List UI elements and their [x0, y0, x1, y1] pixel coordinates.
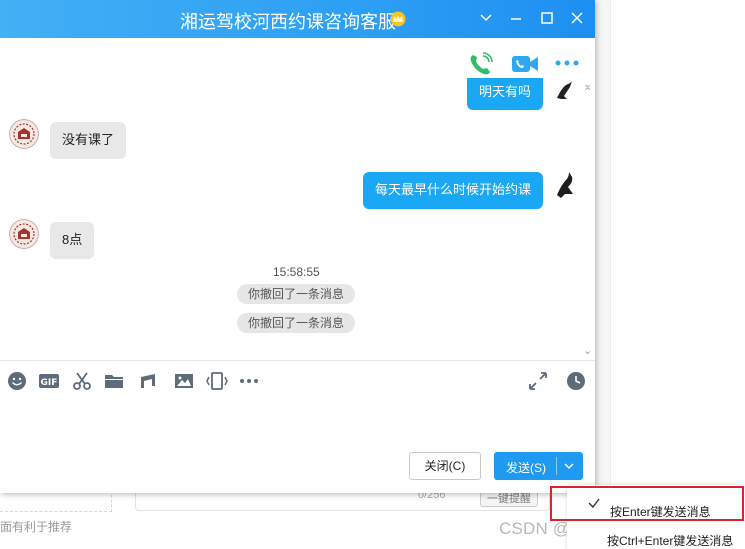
send-mode-option-label: 按Enter键发送消息: [610, 505, 711, 519]
minimize-icon[interactable]: [507, 9, 525, 27]
check-icon: [588, 498, 600, 509]
screenshot-scissors-icon[interactable]: [71, 370, 93, 392]
input-divider: [0, 360, 595, 361]
video-call-icon[interactable]: [511, 53, 539, 75]
expand-input-icon[interactable]: [527, 370, 549, 392]
message-timestamp: 15:58:55: [273, 265, 320, 279]
my-avatar: [553, 170, 579, 200]
my-avatar: [552, 78, 578, 104]
service-avatar: [9, 119, 39, 149]
music-icon[interactable]: [137, 370, 159, 392]
window-title: 湘运驾校河西约课咨询客服: [180, 12, 396, 32]
send-button-separator: [556, 457, 557, 475]
emoji-icon[interactable]: [6, 370, 28, 392]
background-sidebar: [595, 0, 745, 549]
more-options-icon[interactable]: [555, 58, 579, 68]
scroll-up-icon[interactable]: ⌅: [583, 80, 592, 93]
input-toolbar: GIF: [0, 368, 595, 394]
message-bubble-sent: 明天有吗: [467, 78, 544, 110]
background-panel: [610, 0, 745, 549]
svg-text:GIF: GIF: [41, 378, 58, 388]
voice-call-icon[interactable]: [468, 52, 494, 76]
send-mode-option-enter[interactable]: 按Enter键发送消息: [550, 486, 744, 521]
send-options-chevron-icon[interactable]: [562, 459, 576, 473]
gif-icon[interactable]: GIF: [38, 370, 60, 392]
recall-notice: 你撤回了一条消息: [237, 284, 356, 304]
message-bubble-sent: 每天最早什么时候开始约课: [363, 172, 544, 209]
crown-badge-icon: [390, 11, 406, 27]
image-icon[interactable]: [173, 370, 195, 392]
window-shake-icon[interactable]: [206, 370, 228, 392]
message-input[interactable]: [0, 398, 595, 446]
title-bar[interactable]: 湘运驾校河西约课咨询客服: [0, 0, 595, 38]
scroll-down-icon[interactable]: ⌄: [583, 344, 592, 357]
send-mode-option-ctrl-enter[interactable]: 按Ctrl+Enter键发送消息: [607, 532, 733, 549]
send-button-label: 发送(S): [506, 461, 546, 475]
message-list[interactable]: 明天有吗 ⌅ 没有课了 每天最早什么时候开始约课 8点 15:58:55 你撤回…: [0, 78, 595, 360]
chevron-down-icon[interactable]: [477, 9, 495, 27]
background-hint-text: 面有利于推荐: [0, 520, 73, 534]
more-tools-icon[interactable]: [238, 370, 260, 392]
message-bubble-received: 没有课了: [50, 122, 127, 159]
background-dashed-box: [0, 490, 112, 512]
message-bubble-received: 8点: [50, 222, 95, 259]
send-button[interactable]: 发送(S): [494, 452, 583, 480]
recall-notice: 你撤回了一条消息: [237, 313, 356, 333]
close-icon[interactable]: [568, 9, 586, 27]
close-button[interactable]: 关闭(C): [409, 452, 481, 480]
chat-window: 湘运驾校河西约课咨询客服 明天有吗 ⌅ 没有课了 每天最早什么时候开始约课 8点…: [0, 0, 595, 493]
maximize-icon[interactable]: [538, 9, 556, 27]
folder-icon[interactable]: [103, 370, 125, 392]
history-clock-icon[interactable]: [565, 370, 587, 392]
service-avatar: [9, 219, 39, 249]
